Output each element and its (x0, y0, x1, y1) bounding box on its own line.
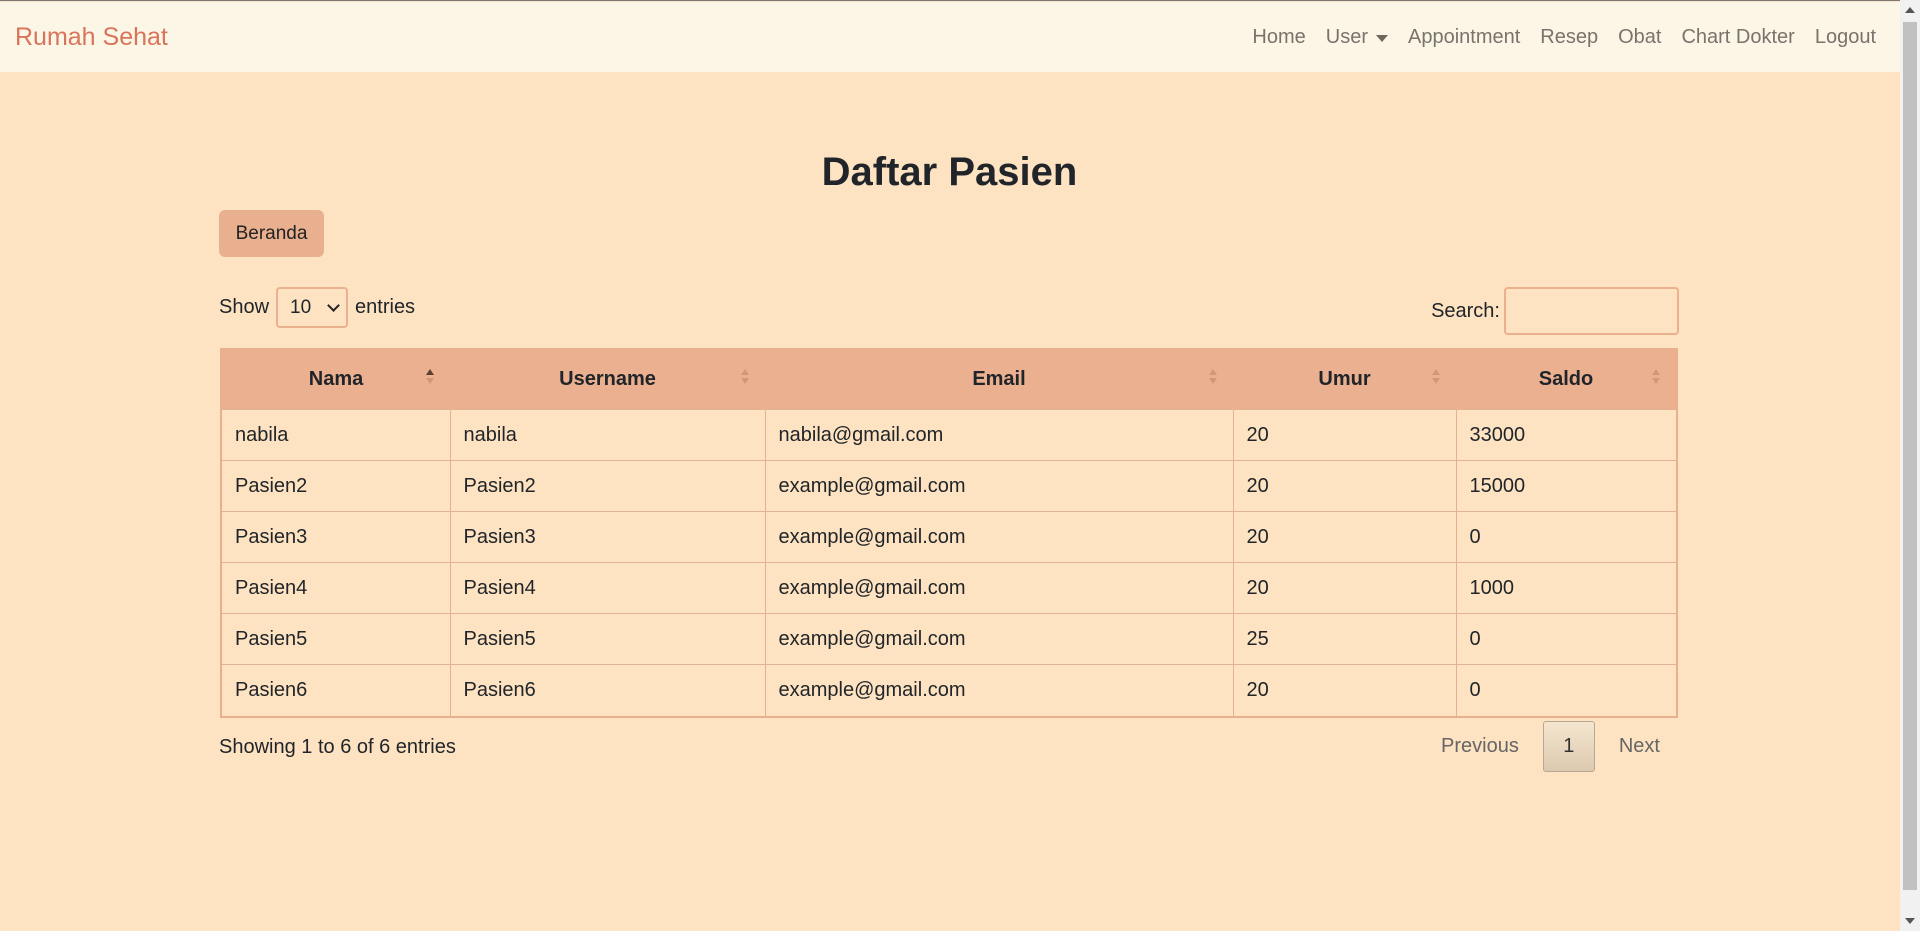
beranda-button[interactable]: Beranda (219, 210, 324, 257)
entries-select-value: 10 (290, 296, 312, 318)
patients-table-container: Nama Username Email Umur Saldo nabila na… (220, 348, 1678, 718)
nav-appointment[interactable]: Appointment (1408, 26, 1520, 49)
table-row: nabila nabila nabila@gmail.com 20 33000 (222, 409, 1676, 461)
search-label: Search: (1431, 299, 1500, 322)
cell-username: nabila (450, 409, 766, 461)
cell-saldo: 0 (1456, 664, 1676, 716)
nav-appointment-label: Appointment (1407, 25, 1521, 48)
nav-resep-label: Resep (1540, 25, 1599, 48)
table-header-row: Nama Username Email Umur Saldo (222, 350, 1676, 410)
sort-icon (1652, 369, 1660, 384)
cell-nama: Pasien3 (222, 511, 451, 563)
cell-saldo: 15000 (1456, 460, 1676, 512)
cell-email: example@gmail.com (765, 613, 1234, 665)
column-header-email[interactable]: Email (765, 350, 1233, 410)
cell-email: example@gmail.com (765, 562, 1234, 614)
nav-home-label: Home (1252, 25, 1306, 48)
column-header-label: Username (559, 368, 656, 390)
cell-email: nabila@gmail.com (765, 409, 1234, 461)
nav-logout[interactable]: Logout (1815, 26, 1876, 49)
vertical-scrollbar[interactable] (1900, 0, 1920, 931)
nav-chart-dokter-label: Chart Dokter (1681, 25, 1795, 48)
page-1-button[interactable]: 1 (1542, 721, 1595, 772)
search-input[interactable] (1504, 287, 1679, 335)
nav-resep[interactable]: Resep (1540, 26, 1598, 49)
scrollbar-thumb[interactable] (1903, 22, 1917, 890)
cell-saldo: 1000 (1456, 562, 1676, 614)
nav-obat[interactable]: Obat (1618, 26, 1661, 49)
navbar: Rumah Sehat Home User Appointment Resep … (0, 2, 1900, 72)
cell-nama: Pasien4 (222, 562, 451, 614)
entries-length-control: Show 10 entries (219, 287, 415, 328)
cell-email: example@gmail.com (765, 664, 1234, 716)
cell-umur: 20 (1233, 460, 1457, 512)
cell-saldo: 33000 (1456, 409, 1676, 461)
cell-nama: Pasien5 (222, 613, 451, 665)
table-row: Pasien4 Pasien4 example@gmail.com 20 100… (222, 562, 1676, 614)
cell-saldo: 0 (1456, 613, 1676, 665)
cell-umur: 20 (1233, 562, 1457, 614)
cell-email: example@gmail.com (765, 460, 1234, 512)
sort-icon (1209, 369, 1217, 384)
chevron-down-icon (327, 298, 340, 312)
cell-username: Pasien2 (450, 460, 766, 512)
page-title: Daftar Pasien (821, 150, 1078, 194)
cell-nama: nabila (222, 409, 451, 461)
cell-umur: 25 (1233, 613, 1457, 665)
previous-page-button[interactable]: Previous (1425, 735, 1535, 758)
column-header-username[interactable]: Username (450, 350, 765, 410)
cell-email: example@gmail.com (765, 511, 1234, 563)
scroll-down-arrow-icon[interactable] (1905, 918, 1915, 924)
cell-username: Pasien5 (450, 613, 766, 665)
patients-table: Nama Username Email Umur Saldo nabila na… (222, 350, 1676, 716)
cell-nama: Pasien6 (222, 664, 451, 716)
column-header-label: Saldo (1538, 368, 1594, 390)
sort-icon (1432, 369, 1440, 384)
nav-user-dropdown[interactable]: User (1326, 26, 1388, 49)
column-header-label: Email (972, 368, 1026, 390)
table-info: Showing 1 to 6 of 6 entries (219, 736, 456, 758)
page-viewport: Rumah Sehat Home User Appointment Resep … (0, 0, 1900, 931)
sort-asc-icon (426, 369, 434, 384)
column-header-saldo[interactable]: Saldo (1456, 350, 1676, 410)
entries-select[interactable]: 10 (276, 287, 349, 328)
next-page-button[interactable]: Next (1603, 735, 1676, 758)
column-header-label: Nama (308, 368, 364, 390)
nav-logout-label: Logout (1814, 25, 1876, 48)
table-row: Pasien2 Pasien2 example@gmail.com 20 150… (222, 460, 1676, 512)
scroll-up-arrow-icon[interactable] (1905, 7, 1915, 13)
nav-chart-dokter[interactable]: Chart Dokter (1681, 26, 1794, 49)
column-header-umur[interactable]: Umur (1233, 350, 1456, 410)
pagination: Previous 1 Next (1425, 721, 1676, 772)
brand-logo[interactable]: Rumah Sehat (15, 23, 168, 52)
search-control: Search: (1431, 287, 1679, 335)
nav-home[interactable]: Home (1252, 26, 1305, 49)
table-row: Pasien5 Pasien5 example@gmail.com 25 0 (222, 613, 1676, 665)
column-header-nama[interactable]: Nama (222, 350, 450, 410)
column-header-label: Umur (1318, 368, 1371, 390)
cell-umur: 20 (1233, 409, 1457, 461)
cell-username: Pasien4 (450, 562, 766, 614)
cell-username: Pasien3 (450, 511, 766, 563)
cell-nama: Pasien2 (222, 460, 451, 512)
table-row: Pasien3 Pasien3 example@gmail.com 20 0 (222, 511, 1676, 563)
cell-username: Pasien6 (450, 664, 766, 716)
entries-label: entries (355, 296, 416, 318)
nav-menu: Home User Appointment Resep Obat Chart D… (1232, 26, 1876, 49)
cell-saldo: 0 (1456, 511, 1676, 563)
sort-icon (741, 369, 749, 384)
show-label: Show (219, 296, 270, 318)
caret-down-icon (1375, 34, 1388, 42)
nav-obat-label: Obat (1618, 25, 1662, 48)
cell-umur: 20 (1233, 664, 1457, 716)
cell-umur: 20 (1233, 511, 1457, 563)
table-row: Pasien6 Pasien6 example@gmail.com 20 0 (222, 664, 1676, 716)
nav-user-label: User (1325, 25, 1368, 48)
